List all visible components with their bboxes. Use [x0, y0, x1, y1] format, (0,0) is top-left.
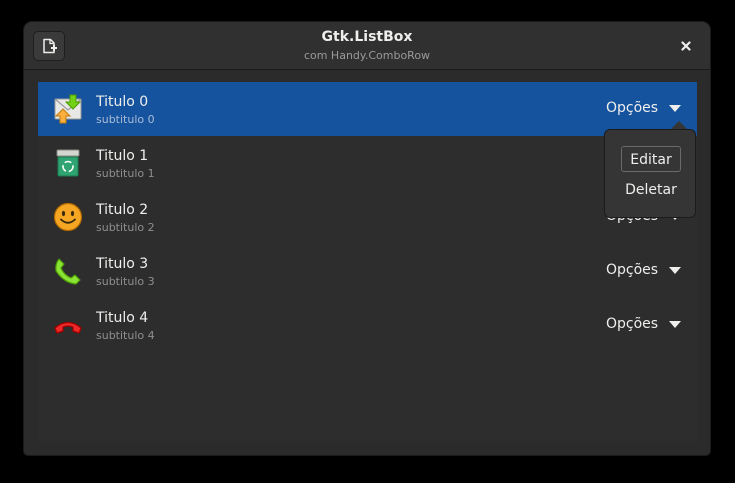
combo-popover: Editar Deletar — [604, 129, 696, 218]
chevron-down-icon[interactable] — [669, 321, 681, 328]
chevron-down-icon[interactable] — [669, 267, 681, 274]
row-title: Titulo 3 — [96, 256, 149, 272]
row-title: Titulo 2 — [96, 202, 149, 218]
combo-value[interactable]: Opções — [606, 100, 658, 116]
chevron-down-icon[interactable] — [669, 105, 681, 112]
combo-value[interactable]: Opções — [606, 316, 658, 332]
recycle-bin-icon — [56, 149, 80, 177]
row-title: Titulo 0 — [96, 94, 149, 110]
close-icon — [681, 41, 691, 51]
window-title: Gtk.ListBox — [321, 29, 413, 45]
row-subtitle: subtitulo 4 — [96, 329, 155, 342]
row-subtitle: subtitulo 3 — [96, 275, 155, 288]
list-row-0[interactable]: Titulo 0 subtitulo 0 Opções — [38, 82, 697, 136]
list-row-4[interactable]: Titulo 4 subtitulo 4 Opções — [38, 298, 697, 352]
row-subtitle: subtitulo 1 — [96, 167, 155, 180]
combo-value[interactable]: Opções — [606, 262, 658, 278]
smiley-face-icon — [53, 202, 83, 232]
phone-call-icon — [55, 258, 81, 285]
phone-hangup-icon — [54, 321, 82, 334]
list-box: Titulo 0 subtitulo 0 Opções Titulo 1 sub… — [38, 82, 697, 441]
app-window: Gtk.ListBox com Handy.ComboRow Titulo 0 … — [24, 22, 710, 455]
header-bar: Gtk.ListBox com Handy.ComboRow — [24, 22, 710, 70]
popover-item-editar[interactable]: Editar — [621, 146, 681, 172]
list-row-2[interactable]: Titulo 2 subtitulo 2 Opções — [38, 190, 697, 244]
list-row-1[interactable]: Titulo 1 subtitulo 1 — [38, 136, 697, 190]
list-row-3[interactable]: Titulo 3 subtitulo 3 Opções — [38, 244, 697, 298]
row-title: Titulo 4 — [96, 310, 149, 326]
row-subtitle: subtitulo 0 — [96, 113, 155, 126]
window-subtitle: com Handy.ComboRow — [303, 49, 431, 62]
popover-item-deletar[interactable]: Deletar — [621, 177, 681, 203]
close-button[interactable] — [674, 34, 698, 58]
mail-send-receive-icon — [54, 94, 82, 124]
row-title: Titulo 1 — [96, 148, 149, 164]
row-subtitle: subtitulo 2 — [96, 221, 155, 234]
